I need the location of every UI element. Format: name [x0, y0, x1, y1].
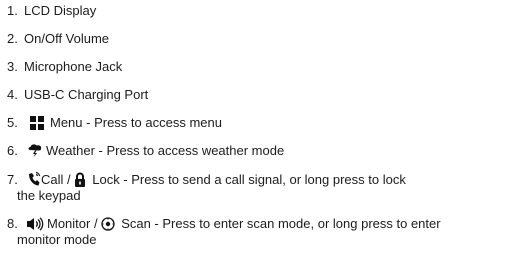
item-text: Scan - Press to enter scan mode, or long…	[121, 216, 441, 231]
item-text: Weather - Press to access weather mode	[46, 143, 285, 158]
list-item: 4. USB-C Charging Port	[7, 87, 529, 103]
item-text: Microphone Jack	[24, 59, 123, 74]
item-text: USB-C Charging Port	[24, 87, 149, 102]
item-text: Monitor /	[47, 216, 102, 231]
list-item: 1. LCD Display	[7, 3, 529, 19]
menu-grid-icon	[30, 116, 44, 130]
item-number: 4.	[7, 87, 18, 102]
list-item: 3. Microphone Jack	[7, 59, 529, 75]
item-number: 1.	[7, 3, 18, 18]
scan-icon	[101, 217, 115, 231]
item-text: Lock - Press to send a call signal, or l…	[92, 172, 406, 187]
list-item: 5. Menu - Press to access menu	[7, 115, 529, 131]
item-number: 5.	[7, 115, 18, 130]
item-number: 7.	[7, 172, 18, 187]
item-continuation: monitor mode	[17, 232, 97, 247]
item-text: LCD Display	[24, 3, 97, 18]
feature-list: 1. LCD Display 2. On/Off Volume 3. Micropho…	[7, 3, 529, 248]
call-signal-icon	[27, 171, 41, 187]
lock-icon	[74, 172, 86, 187]
item-text: On/Off Volume	[24, 31, 110, 46]
item-number: 2.	[7, 31, 18, 46]
item-number: 8.	[7, 216, 18, 231]
list-item: 2. On/Off Volume	[7, 31, 529, 47]
list-item: 7. Call / Lock - Press to send a call sig…	[7, 171, 529, 204]
item-number: 6.	[7, 143, 18, 158]
speaker-icon	[27, 217, 44, 231]
list-item: 6. Weather - Press to access weather mode	[7, 143, 529, 159]
list-item: 8. Monitor / Scan - Press to enter scan m…	[7, 216, 529, 248]
item-text: Call /	[41, 172, 75, 187]
item-number: 3.	[7, 59, 18, 74]
weather-icon	[27, 143, 43, 158]
item-continuation: the keypad	[17, 188, 81, 203]
item-text: Menu - Press to access menu	[50, 115, 222, 130]
